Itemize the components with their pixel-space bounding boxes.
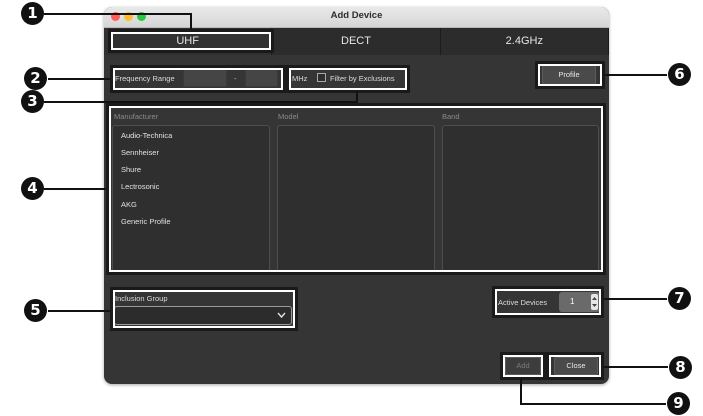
callout-line-1 xyxy=(44,13,192,15)
callout-line-3b xyxy=(356,91,358,103)
callout-8: 8 xyxy=(669,356,692,379)
highlight-box-device-lists xyxy=(106,103,606,275)
highlight-box-uhf-tab xyxy=(108,29,274,53)
callout-line-6 xyxy=(605,74,667,76)
highlight-box-close xyxy=(546,352,604,380)
callout-line-9 xyxy=(520,379,522,405)
callout-5: 5 xyxy=(24,299,47,322)
callout-4: 4 xyxy=(21,177,44,200)
callout-2: 2 xyxy=(24,67,47,90)
title-bar: Add Device xyxy=(104,7,609,28)
callout-1: 1 xyxy=(21,2,44,25)
tab-2-4ghz[interactable]: 2.4GHz xyxy=(441,28,609,55)
highlight-box-active-devices xyxy=(492,286,604,318)
callout-line-5 xyxy=(48,310,110,312)
window-title: Add Device xyxy=(330,10,383,21)
highlight-box-frequency-range xyxy=(110,65,286,93)
callout-line-8 xyxy=(604,366,668,368)
callout-line-1b xyxy=(190,13,192,30)
highlight-box-filter xyxy=(286,65,410,93)
tab-dect[interactable]: DECT xyxy=(272,28,441,55)
callout-line-4 xyxy=(44,188,106,190)
callout-line-2 xyxy=(48,78,110,80)
highlight-box-inclusion-group xyxy=(110,287,298,331)
callout-line-3 xyxy=(44,101,358,103)
callout-9: 9 xyxy=(667,392,690,415)
callout-7: 7 xyxy=(668,287,691,310)
callout-line-9b xyxy=(520,403,666,405)
callout-6: 6 xyxy=(668,63,691,86)
highlight-box-add xyxy=(500,352,546,380)
highlight-box-profile xyxy=(535,61,605,89)
callout-line-7 xyxy=(604,298,667,300)
callout-3: 3 xyxy=(21,90,44,113)
